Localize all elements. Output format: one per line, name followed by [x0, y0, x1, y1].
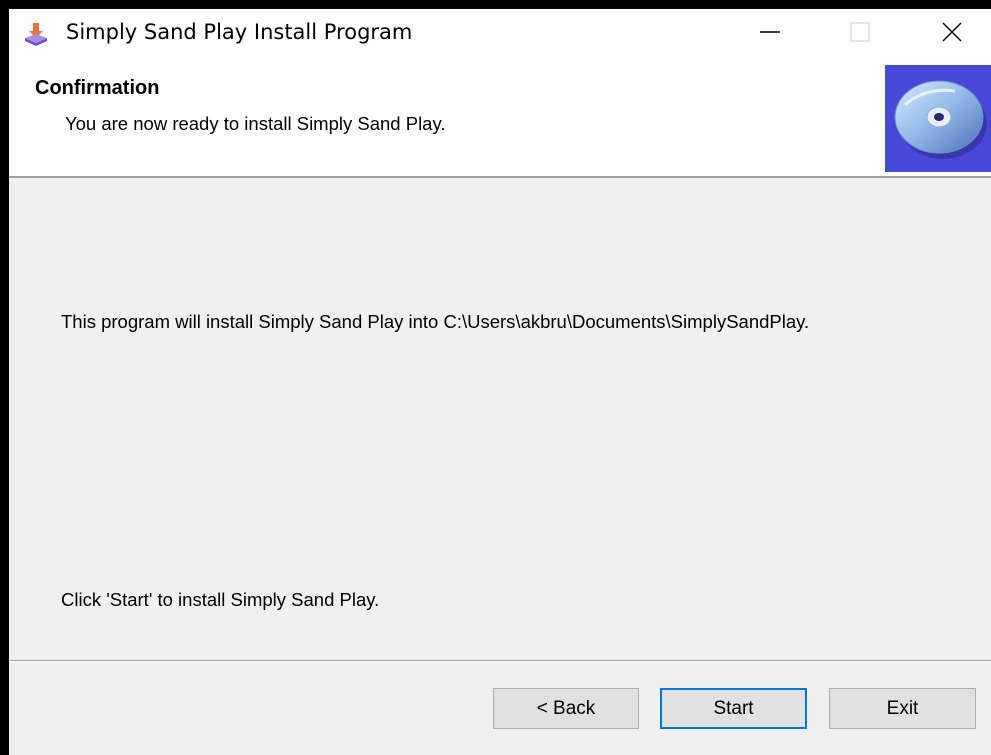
- exit-button[interactable]: Exit: [829, 688, 976, 729]
- back-button[interactable]: < Back: [493, 688, 639, 729]
- minimize-button[interactable]: [747, 9, 793, 59]
- header-banner: Confirmation You are now ready to instal…: [9, 59, 991, 178]
- installer-icon: [23, 22, 49, 48]
- button-separator-highlight: [9, 661, 991, 662]
- cd-disc-icon: [885, 65, 991, 172]
- close-icon: [942, 21, 962, 47]
- start-button[interactable]: Start: [660, 688, 807, 729]
- install-path-message: This program will install Simply Sand Pl…: [61, 311, 810, 332]
- start-instruction: Click 'Start' to install Simply Sand Pla…: [61, 589, 380, 610]
- title-bar[interactable]: Simply Sand Play Install Program: [9, 9, 991, 59]
- close-button[interactable]: [929, 9, 975, 59]
- page-title: Confirmation: [35, 77, 160, 99]
- page-subtitle: You are now ready to install Simply Sand…: [65, 113, 446, 134]
- maximize-button: [837, 9, 883, 59]
- minimize-icon: [760, 22, 780, 47]
- maximize-icon: [850, 22, 870, 47]
- installer-window: Simply Sand Play Install Program Confirm…: [9, 9, 991, 755]
- window-title: Simply Sand Play Install Program: [66, 20, 413, 44]
